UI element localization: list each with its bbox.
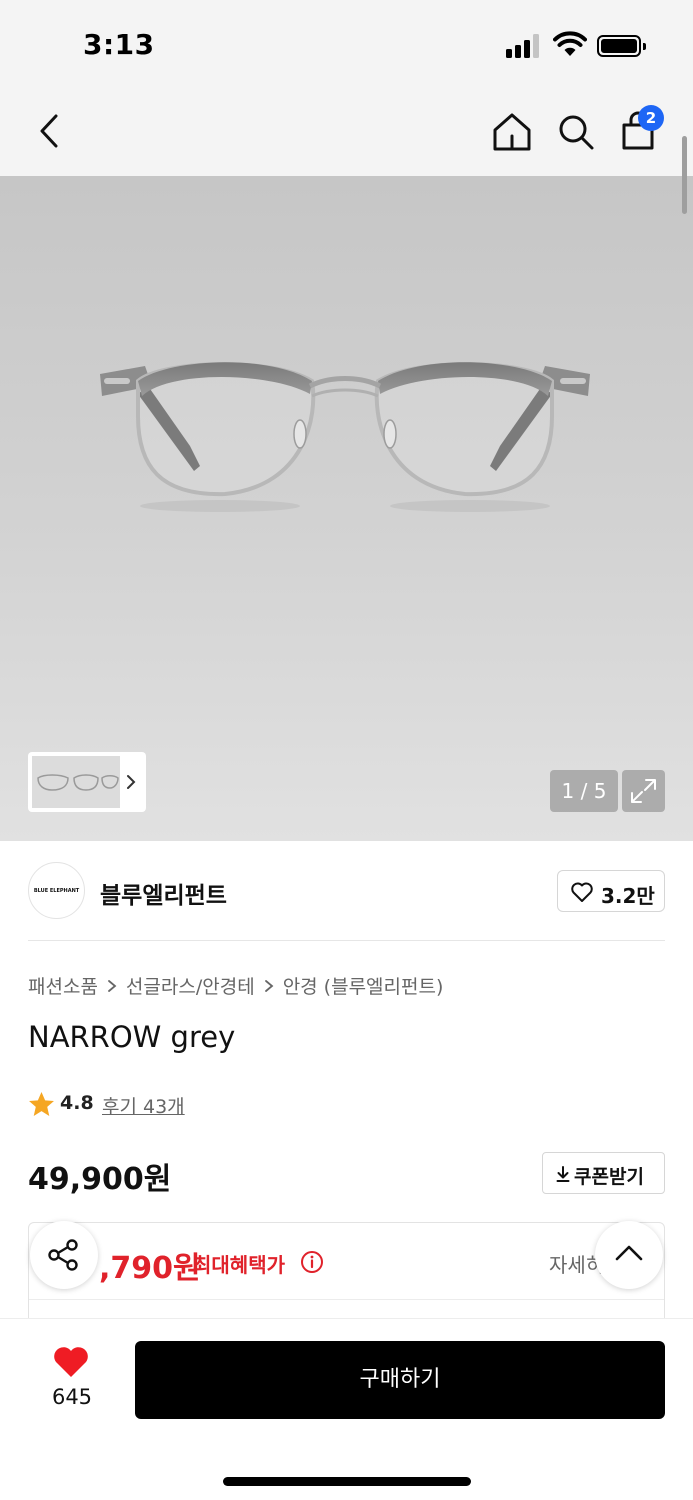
image-thumbnail-strip[interactable]	[28, 752, 146, 812]
breadcrumb: 패션소품 선글라스/안경테 안경 (블루엘리펀트)	[28, 972, 443, 999]
wishlist-button[interactable]: 645	[30, 1341, 114, 1421]
battery-icon	[597, 35, 646, 57]
page-scrollbar[interactable]	[682, 136, 687, 214]
brand-logo-text: BLUE ELEPHANT	[33, 888, 80, 894]
cart-count-badge: 2	[638, 105, 664, 131]
divider	[29, 1299, 664, 1300]
chevron-right-icon	[127, 775, 136, 789]
share-icon	[48, 1239, 78, 1271]
buy-button[interactable]: 구매하기	[135, 1341, 665, 1419]
scroll-top-button[interactable]	[595, 1221, 663, 1289]
cellular-signal-icon	[506, 34, 542, 58]
rating-value: 4.8	[60, 1092, 94, 1114]
breadcrumb-item[interactable]: 안경 (블루엘리펀트)	[283, 976, 444, 998]
product-price: 49,900원	[28, 1162, 172, 1197]
heart-filled-icon	[54, 1347, 88, 1377]
back-button[interactable]	[32, 108, 70, 154]
chevron-left-icon	[40, 114, 58, 148]
review-link[interactable]: 후기 43개	[102, 1092, 185, 1119]
expand-icon	[631, 779, 656, 803]
product-title: NARROW grey	[28, 1020, 236, 1054]
brand-like-button[interactable]: 3.2만	[557, 870, 665, 912]
brand-logo[interactable]: BLUE ELEPHANT	[28, 862, 85, 919]
wifi-icon	[553, 31, 587, 56]
status-time: 3:13	[83, 28, 155, 61]
chevron-up-icon	[615, 1245, 643, 1261]
info-icon[interactable]	[300, 1250, 324, 1274]
image-page-indicator: 1 / 5	[550, 770, 618, 812]
max-benefit-price: ,790원	[99, 1251, 201, 1286]
chevron-right-icon	[108, 979, 117, 992]
search-icon	[559, 115, 594, 150]
home-button[interactable]	[490, 110, 534, 154]
home-indicator	[223, 1477, 471, 1486]
heart-outline-icon	[571, 882, 593, 902]
cart-button[interactable]: 2	[616, 105, 666, 156]
wishlist-count: 645	[51, 1385, 93, 1409]
coupon-download-button[interactable]: 쿠폰받기	[542, 1152, 665, 1194]
download-icon	[556, 1166, 570, 1182]
expand-image-button[interactable]	[622, 770, 665, 812]
brand-name[interactable]: 블루엘리펀트	[100, 876, 227, 910]
product-image-gallery[interactable]: 1 / 5	[0, 176, 693, 841]
breadcrumb-item[interactable]: 패션소품	[28, 976, 98, 998]
coupon-label: 쿠폰받기	[574, 1166, 644, 1188]
share-button[interactable]	[30, 1221, 98, 1289]
star-icon	[29, 1092, 54, 1116]
chevron-right-icon	[264, 979, 274, 992]
search-button[interactable]	[554, 110, 598, 154]
divider	[28, 940, 665, 941]
home-icon	[493, 113, 531, 151]
max-benefit-label: 최대혜택가	[193, 1253, 285, 1277]
brand-like-count: 3.2만	[601, 884, 655, 908]
status-bar: 3:13	[0, 0, 693, 88]
nav-bar: 2	[0, 88, 693, 176]
thumbnail-image[interactable]	[32, 756, 120, 808]
product-image-glasses	[100, 362, 590, 512]
breadcrumb-item[interactable]: 선글라스/안경테	[126, 976, 255, 998]
bottom-action-bar: 645 구매하기	[0, 1318, 693, 1500]
